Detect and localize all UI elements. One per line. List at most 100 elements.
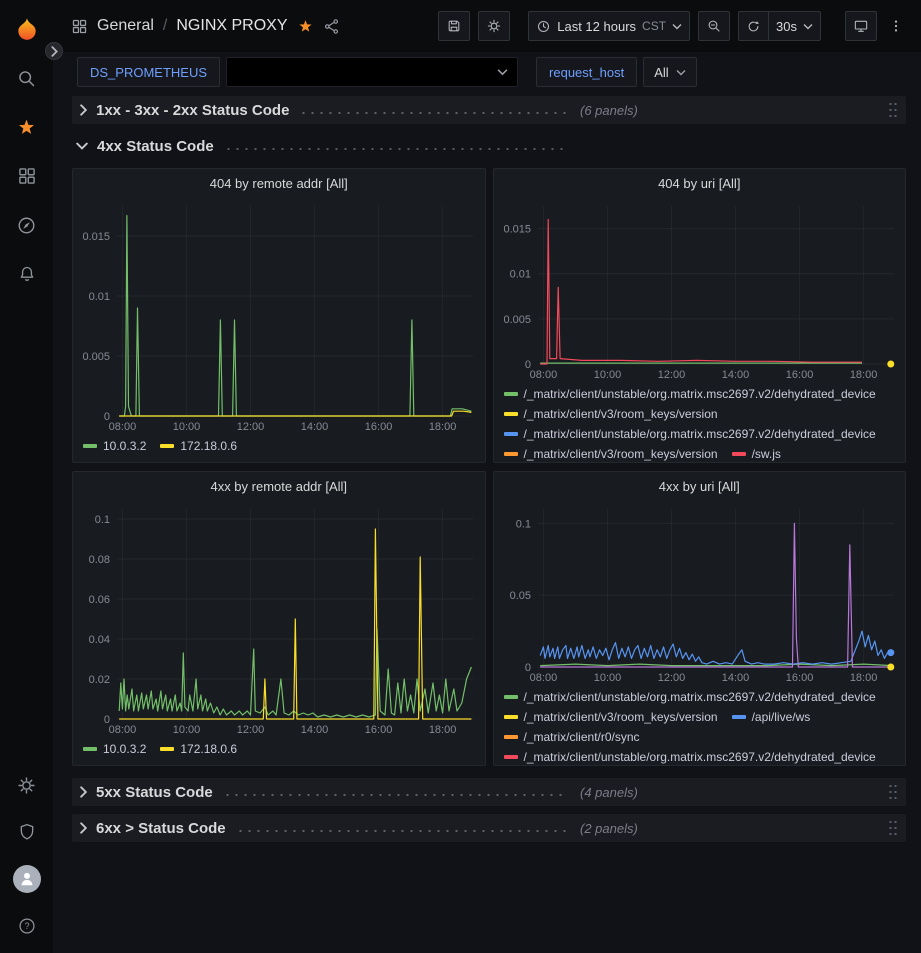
chevron-down-icon (672, 23, 682, 30)
svg-text:0: 0 (104, 411, 110, 423)
svg-text:0.02: 0.02 (89, 674, 110, 686)
sidebar-item-server-admin[interactable] (0, 809, 53, 855)
sidebar-item-dashboards[interactable] (0, 153, 53, 199)
chevron-down-icon (676, 69, 686, 76)
bell-icon (17, 264, 37, 284)
row-title-group: 1xx - 3xx - 2xx Status Code (96, 102, 566, 119)
more-options-button[interactable] (885, 11, 907, 41)
panel-title[interactable]: 4xx by uri [All] (494, 472, 906, 500)
request-host-value: All (654, 65, 668, 80)
series-color-marker (83, 444, 97, 448)
series-color-marker (504, 432, 518, 436)
svg-text:0.1: 0.1 (95, 514, 110, 526)
sidebar-item-alerting[interactable] (0, 251, 53, 297)
chevron-down-icon (76, 142, 88, 150)
breadcrumb: General / NGINX PROXY (71, 17, 340, 35)
sidebar-expand-button[interactable] (45, 42, 63, 60)
panel-404-by-remote-addr: 404 by remote addr [All] 08:0010:0012:00… (72, 168, 486, 463)
row-title: 1xx - 3xx - 2xx Status Code (96, 102, 289, 119)
row-title: 4xx Status Code (97, 138, 214, 155)
legend-item[interactable]: /_matrix/client/v3/room_keys/version (504, 404, 718, 424)
legend-item[interactable]: /_matrix/client/unstable/org.matrix.msc2… (504, 424, 876, 444)
apps-grid-icon (17, 166, 37, 186)
svg-text:0.1: 0.1 (515, 518, 530, 530)
panel-title[interactable]: 404 by uri [All] (494, 169, 906, 197)
chevron-right-icon (51, 46, 58, 57)
request-host-value-dropdown[interactable]: All (643, 57, 696, 87)
row-panel-count: (4 panels) (580, 785, 638, 800)
time-range-label: Last 12 hours (557, 19, 636, 34)
series-label: /api/live/ws (752, 707, 811, 727)
dashboard-settings-button[interactable] (478, 11, 510, 41)
row-drag-handle[interactable] (888, 817, 898, 839)
share-icon[interactable] (323, 18, 340, 35)
save-dashboard-button[interactable] (438, 11, 470, 41)
sidebar-item-profile[interactable] (0, 856, 53, 902)
time-series-chart[interactable]: 08:0010:0012:0014:0016:0018:0000.0050.01… (494, 197, 906, 382)
panel-title[interactable]: 404 by remote addr [All] (73, 169, 485, 197)
search-icon (16, 68, 37, 89)
svg-text:18:00: 18:00 (429, 421, 457, 433)
time-range-picker[interactable]: Last 12 hours CST (528, 11, 690, 41)
legend-item[interactable]: 10.0.3.2 (83, 436, 146, 456)
legend-item[interactable]: /_matrix/client/v3/room_keys/version (504, 444, 718, 463)
time-series-chart[interactable]: 08:0010:0012:0014:0016:0018:0000.0050.01… (73, 197, 485, 434)
panel-title[interactable]: 4xx by remote addr [All] (73, 472, 485, 500)
apps-grid-icon (71, 18, 88, 35)
sidebar-item-explore[interactable] (0, 202, 53, 248)
legend-item[interactable]: 10.0.3.2 (83, 739, 146, 759)
time-series-chart[interactable]: 08:0010:0012:0014:0016:0018:0000.020.040… (73, 500, 485, 737)
dashboard-row-6xx[interactable]: 6xx > Status Code (2 panels) (72, 814, 906, 842)
sidebar-item-search[interactable] (0, 55, 53, 101)
shield-icon (17, 822, 37, 842)
refresh-button[interactable] (738, 11, 769, 41)
sidebar-item-configuration[interactable] (0, 762, 53, 808)
svg-text:18:00: 18:00 (429, 724, 457, 736)
row-panel-count: (6 panels) (580, 103, 638, 118)
panel-4xx-by-remote-addr: 4xx by remote addr [All] 08:0010:0012:00… (72, 471, 486, 766)
chevron-down-icon (497, 68, 508, 76)
dashboard-row-4xx[interactable]: 4xx Status Code (72, 132, 906, 160)
favorite-star-icon[interactable] (297, 18, 314, 35)
breadcrumb-folder[interactable]: General (97, 17, 154, 35)
panel-legend: /_matrix/client/unstable/org.matrix.msc2… (494, 685, 906, 766)
legend-item[interactable]: 172.18.0.6 (160, 436, 237, 456)
datasource-value-dropdown[interactable] (226, 57, 518, 87)
svg-text:12:00: 12:00 (237, 724, 265, 736)
chevron-right-icon (80, 786, 87, 798)
row-title: 5xx Status Code (96, 784, 213, 801)
sidebar-item-starred[interactable] (0, 104, 53, 150)
svg-text:14:00: 14:00 (721, 672, 749, 684)
series-label: /_matrix/client/unstable/org.matrix.msc2… (524, 424, 876, 444)
legend-item[interactable]: /_matrix/client/unstable/org.matrix.msc2… (504, 384, 876, 404)
legend-item[interactable]: /api/live/ws (732, 707, 811, 727)
svg-text:0.05: 0.05 (509, 590, 530, 602)
legend-item[interactable]: /_matrix/client/unstable/org.matrix.msc2… (504, 687, 876, 707)
compass-icon (16, 215, 37, 236)
series-label: /_matrix/client/v3/room_keys/version (524, 404, 718, 424)
series-label: /_matrix/client/r0/sync (524, 727, 640, 747)
star-icon (16, 117, 37, 138)
legend-item[interactable]: /_matrix/client/v3/room_keys/version (504, 707, 718, 727)
legend-item[interactable]: /_matrix/client/r0/sync (504, 727, 640, 747)
time-series-chart[interactable]: 08:0010:0012:0014:0016:0018:0000.050.1 (494, 500, 906, 685)
dashboard-row-1xx-3xx-2xx[interactable]: 1xx - 3xx - 2xx Status Code (6 panels) (72, 96, 906, 124)
refresh-interval-dropdown[interactable]: 30s (769, 11, 821, 41)
chevron-right-icon (80, 822, 87, 834)
sidebar-item-help[interactable]: ? (0, 903, 53, 949)
grafana-logo[interactable] (0, 6, 53, 52)
series-color-marker (83, 747, 97, 751)
series-color-marker (504, 715, 518, 719)
legend-item[interactable]: 172.18.0.6 (160, 739, 237, 759)
main-area: General / NGINX PROXY (53, 0, 921, 953)
row-drag-handle[interactable] (888, 99, 898, 121)
svg-text:10:00: 10:00 (173, 724, 201, 736)
legend-item[interactable]: /_matrix/client/unstable/org.matrix.msc2… (504, 747, 876, 766)
row-drag-handle[interactable] (888, 781, 898, 803)
dashboard-row-5xx[interactable]: 5xx Status Code (4 panels) (72, 778, 906, 806)
cycle-view-mode-button[interactable] (845, 11, 877, 41)
legend-item[interactable]: /sw.js (732, 444, 781, 463)
svg-text:08:00: 08:00 (529, 369, 557, 381)
zoom-out-time-button[interactable] (698, 11, 730, 41)
svg-text:16:00: 16:00 (785, 369, 813, 381)
